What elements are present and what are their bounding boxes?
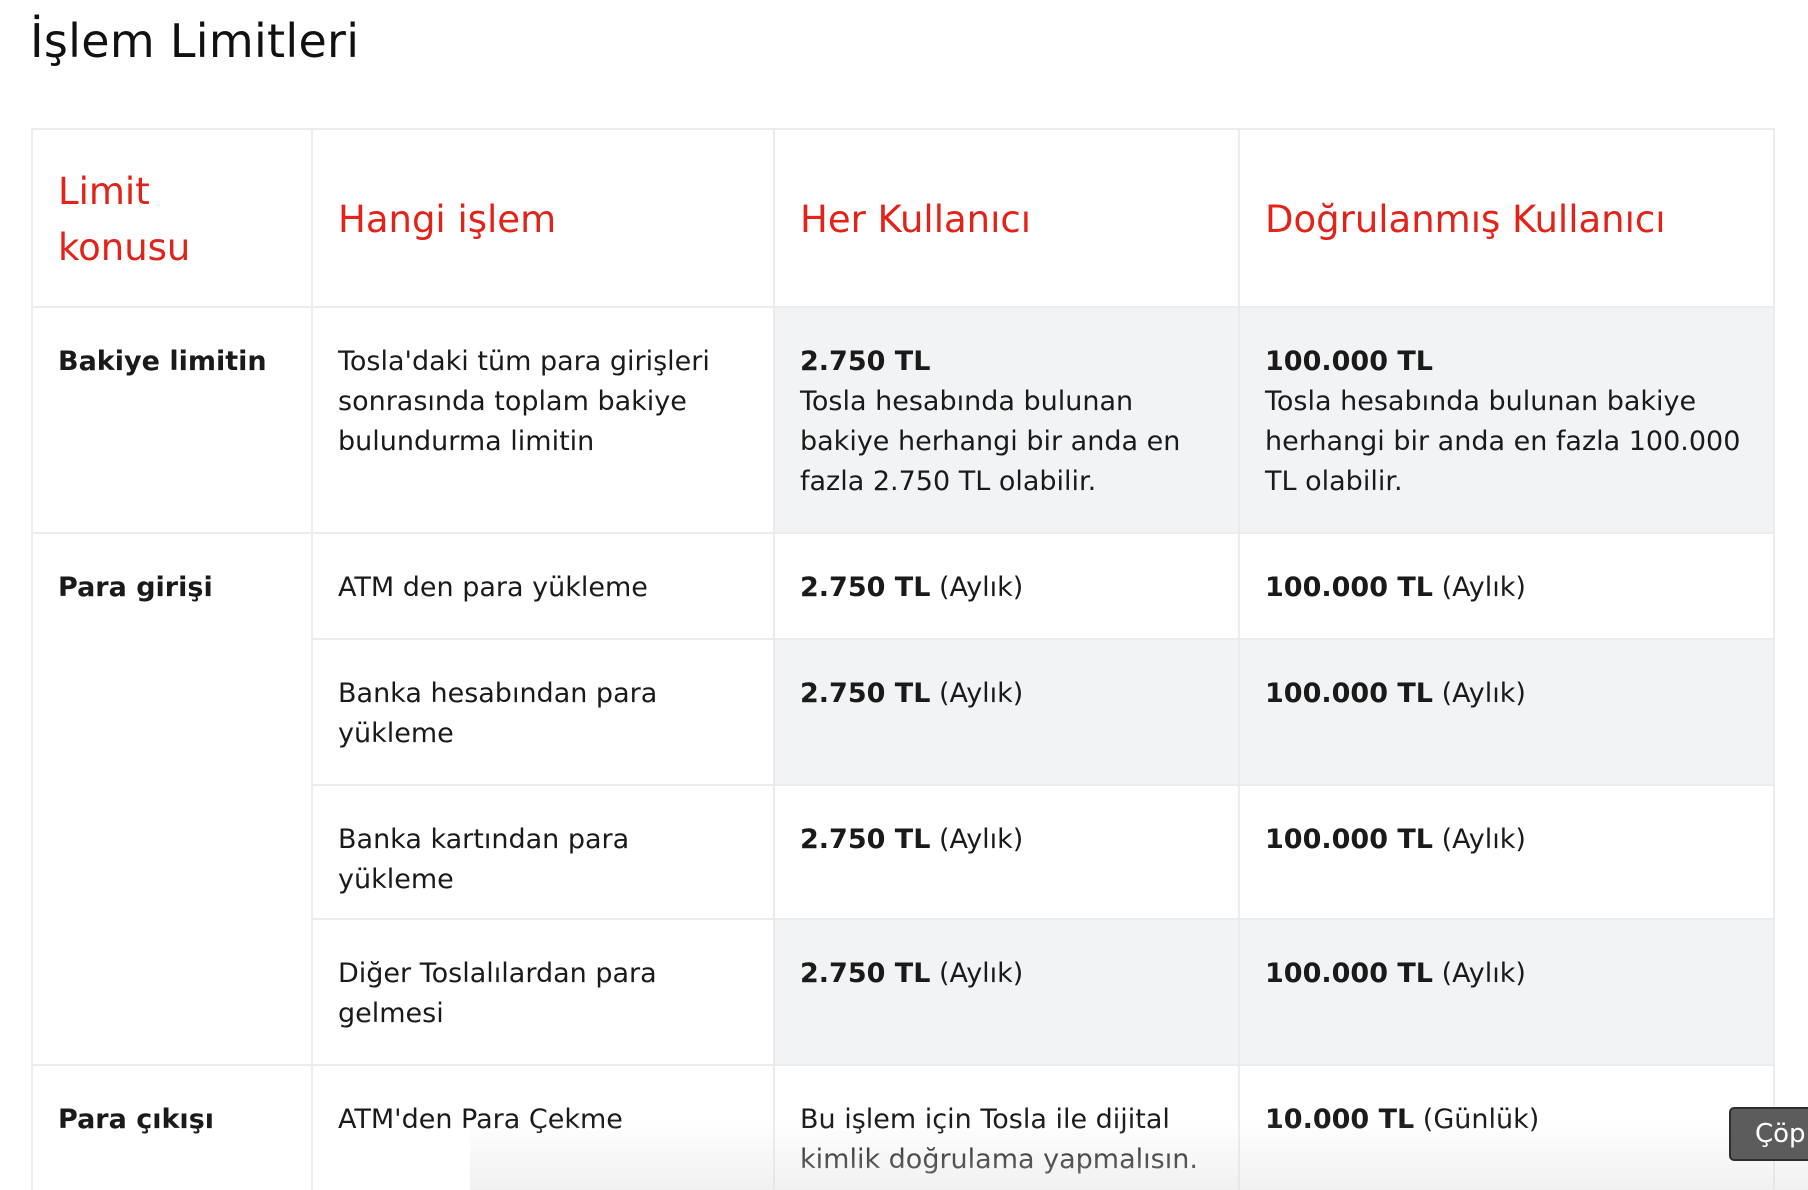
limit-value: 2.750 TL: [800, 346, 931, 377]
header-verified-user: Doğrulanmış Kullanıcı: [1238, 128, 1775, 308]
verified-user-cell: 100.000 TL (Aylık): [1238, 638, 1775, 786]
header-row: Limit konusu Hangi işlem Her Kullanıcı D…: [31, 128, 1775, 308]
verified-user-cell: 100.000 TL Tosla hesabında bulunan bakiy…: [1238, 306, 1775, 534]
limit-note: Tosla hesabında bulunan bakiye herhangi …: [800, 386, 1181, 497]
row-operation: ATM'den Para Çekme: [311, 1064, 775, 1190]
row-operation: Banka kartından para yükleme: [311, 784, 775, 920]
row-operation: Tosla'daki tüm para girişleri sonrasında…: [311, 306, 775, 534]
limit-period: (Aylık): [1433, 824, 1526, 855]
limit-period: (Aylık): [1433, 572, 1526, 603]
verified-user-cell: 10.000 TL (Günlük): [1238, 1064, 1775, 1190]
header-every-user: Her Kullanıcı: [773, 128, 1240, 308]
every-user-cell: 2.750 TL (Aylık): [773, 918, 1240, 1066]
table-row: Para girişi ATM den para yükleme 2.750 T…: [31, 532, 1775, 1066]
limit-value: 10.000 TL: [1265, 1104, 1415, 1135]
row-topic: Para çıkışı: [31, 1064, 313, 1190]
every-user-cell: 2.750 TL Tosla hesabında bulunan bakiye …: [773, 306, 1240, 534]
limit-value: 100.000 TL: [1265, 678, 1433, 709]
limit-note: Tosla hesabında bulunan bakiye herhangi …: [1265, 386, 1741, 497]
limit-value: 2.750 TL: [800, 958, 931, 989]
row-operation: ATM den para yükleme: [311, 532, 775, 640]
copy-button[interactable]: Çöp: [1729, 1107, 1808, 1161]
limits-table: Limit konusu Hangi işlem Her Kullanıcı D…: [31, 128, 1775, 1190]
table-row: Para çıkışı ATM'den Para Çekme Bu işlem …: [31, 1064, 1775, 1190]
verified-user-cell: 100.000 TL (Aylık): [1238, 784, 1775, 920]
header-limit-topic: Limit konusu: [31, 128, 313, 308]
limit-period: (Aylık): [930, 572, 1024, 603]
row-operation: Diğer Toslalılardan para gelmesi: [311, 918, 775, 1066]
limit-period: (Aylık): [1433, 958, 1526, 989]
limit-period: (Aylık): [1433, 678, 1526, 709]
limit-period: (Aylık): [930, 678, 1024, 709]
every-user-cell: 2.750 TL (Aylık): [773, 638, 1240, 786]
limit-value: 100.000 TL: [1265, 958, 1433, 989]
limit-value: 100.000 TL: [1265, 824, 1433, 855]
every-user-cell: 2.750 TL (Aylık): [773, 532, 1240, 640]
row-topic: Bakiye limitin: [31, 306, 313, 534]
verified-user-cell: 100.000 TL (Aylık): [1238, 532, 1775, 640]
limit-value: 2.750 TL: [800, 572, 931, 603]
limit-note: Bu işlem için Tosla ile dijital kimlik d…: [800, 1104, 1198, 1175]
every-user-cell: Bu işlem için Tosla ile dijital kimlik d…: [773, 1064, 1240, 1190]
limit-period: (Aylık): [930, 958, 1024, 989]
limit-value: 100.000 TL: [1265, 346, 1433, 377]
limit-value: 2.750 TL: [800, 824, 931, 855]
verified-user-cell: 100.000 TL (Aylık): [1238, 918, 1775, 1066]
every-user-cell: 2.750 TL (Aylık): [773, 784, 1240, 920]
page: İşlem Limitleri Limit konusu Hangi işlem…: [0, 0, 1808, 1190]
table-row: Bakiye limitin Tosla'daki tüm para giriş…: [31, 306, 1775, 534]
row-topic: Para girişi: [31, 532, 313, 1066]
limit-period: (Aylık): [930, 824, 1024, 855]
limit-value: 100.000 TL: [1265, 572, 1433, 603]
limit-value: 2.750 TL: [800, 678, 931, 709]
header-operation: Hangi işlem: [311, 128, 775, 308]
row-operation: Banka hesabından para yükleme: [311, 638, 775, 786]
page-title: İşlem Limitleri: [30, 14, 360, 68]
limit-period: (Günlük): [1414, 1104, 1540, 1135]
